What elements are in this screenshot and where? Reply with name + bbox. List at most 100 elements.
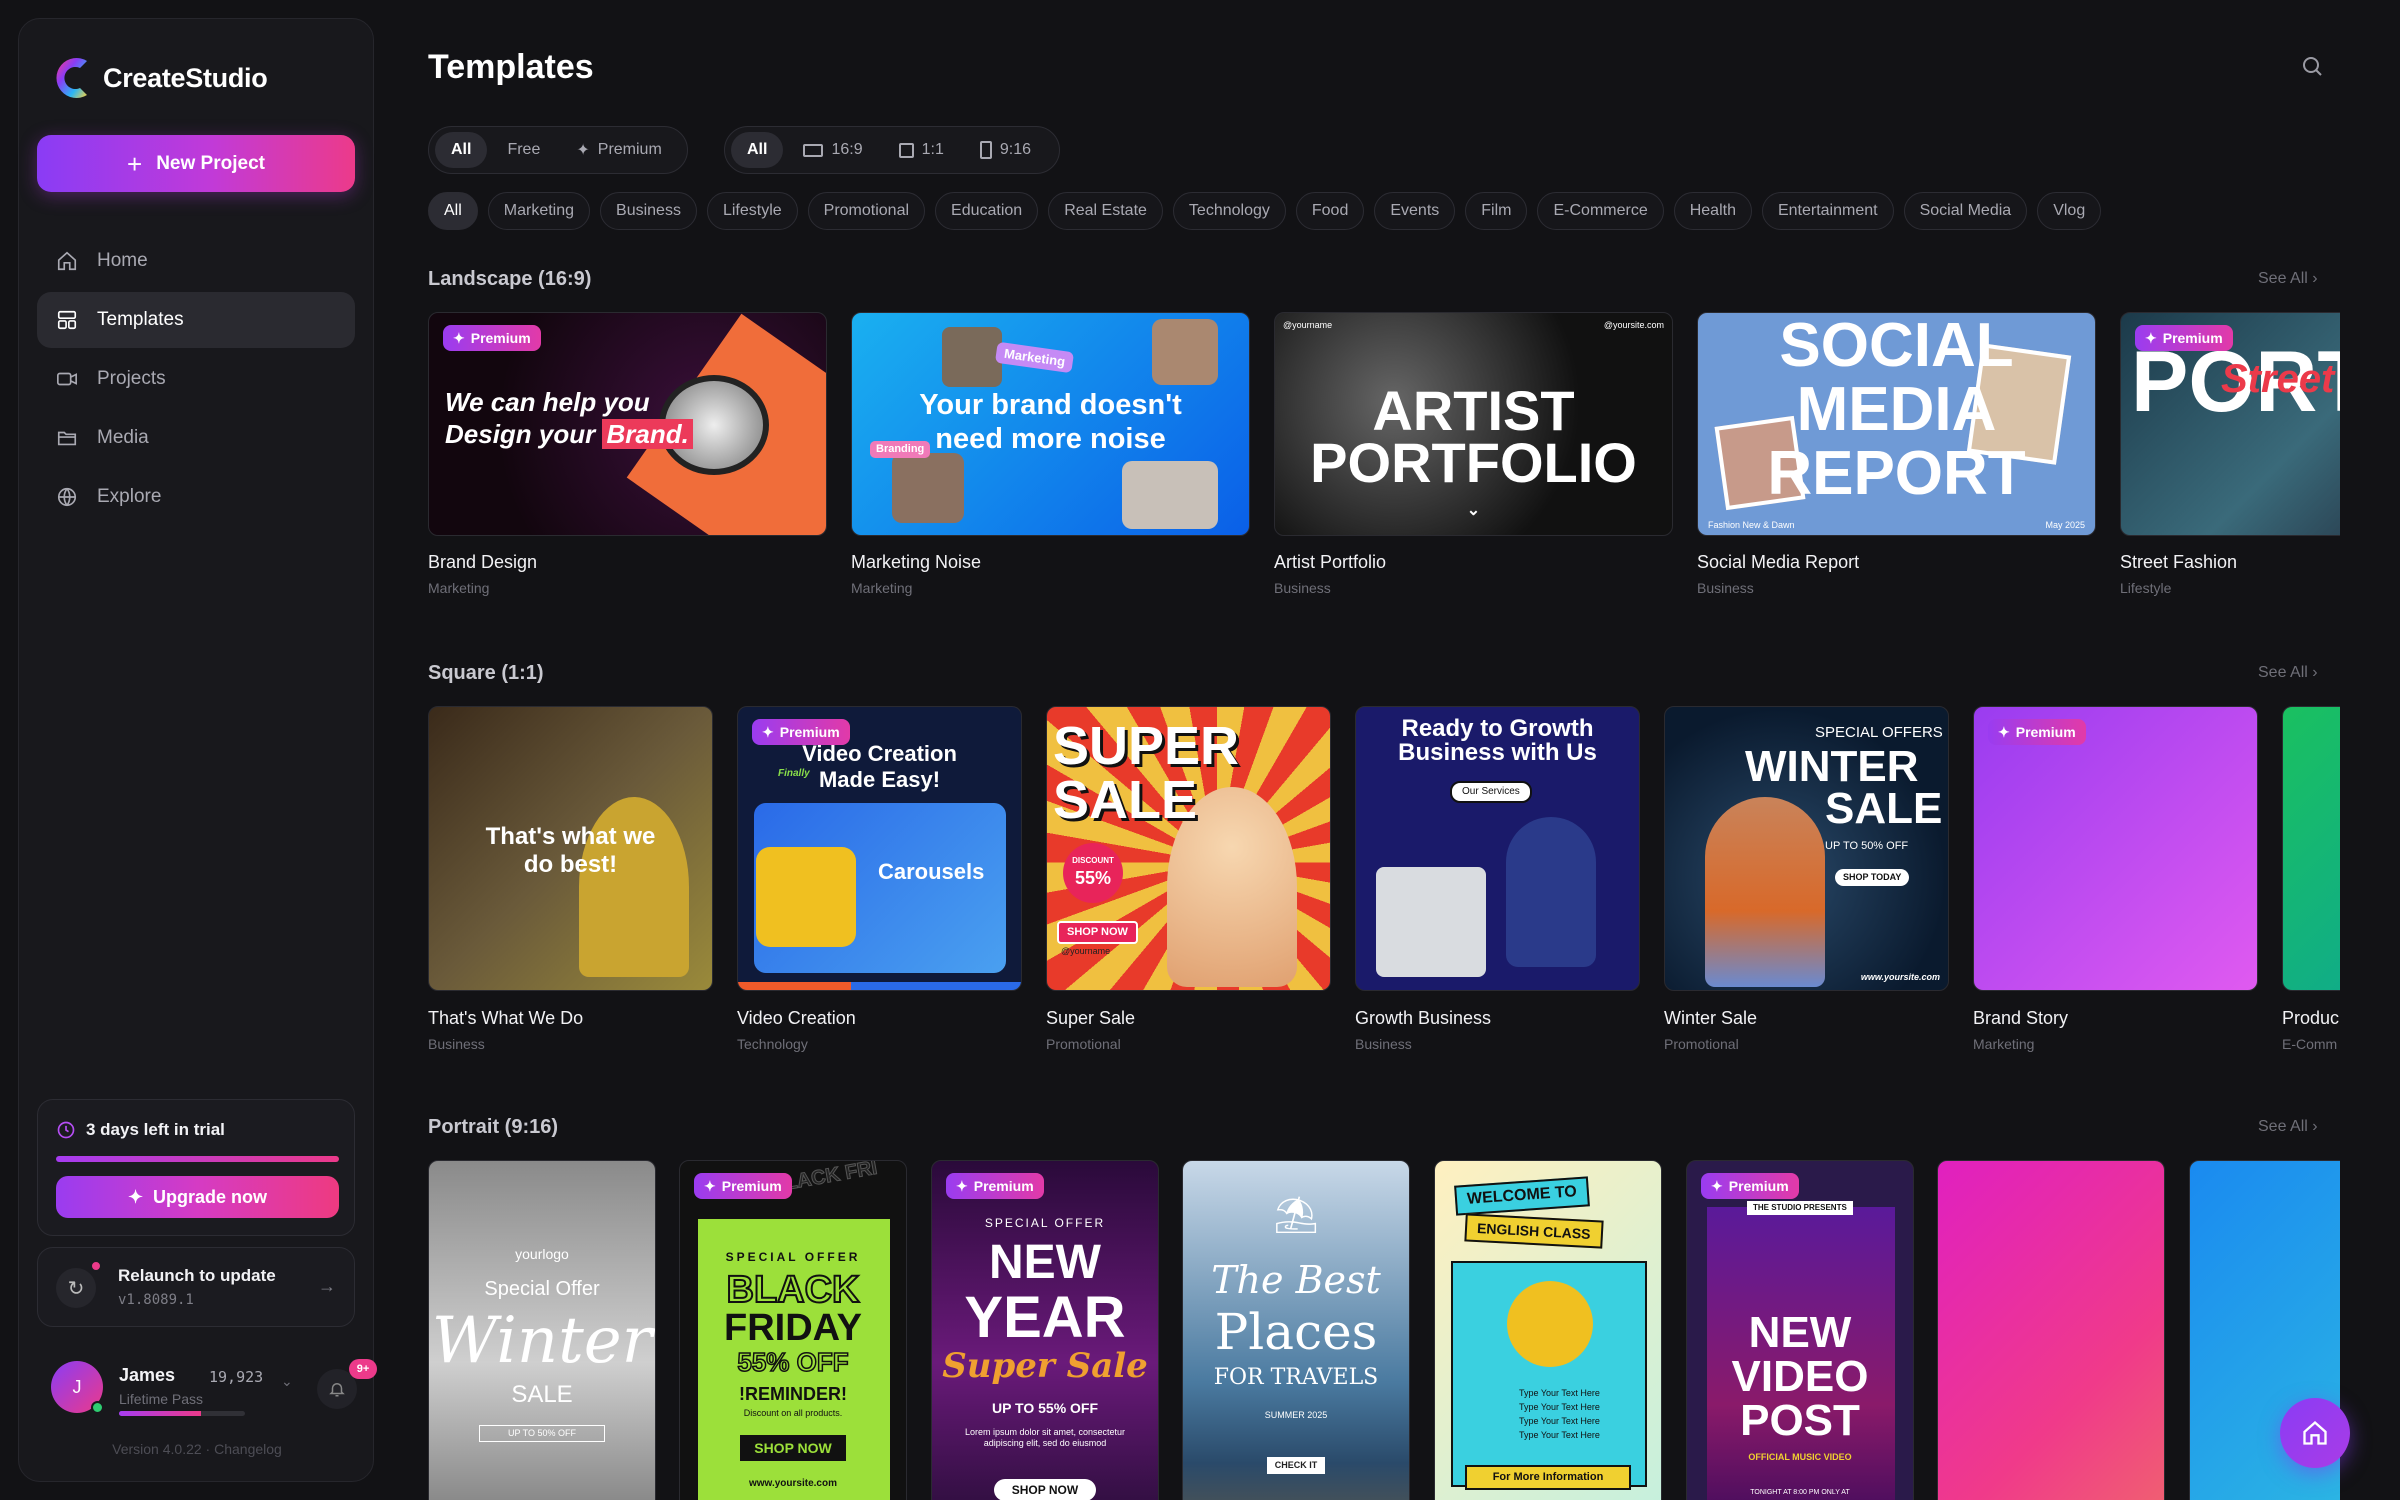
person-figure xyxy=(1705,797,1825,987)
landscape-icon xyxy=(803,143,824,157)
see-all-square[interactable]: See All › xyxy=(2258,664,2318,682)
thumb-footer: May 2025 xyxy=(2045,520,2085,530)
category-chip-education[interactable]: Education xyxy=(935,192,1039,230)
template-thumbnail[interactable]: SPECIAL OFFER NEW YEAR Super Sale UP TO … xyxy=(931,1160,1159,1500)
sparkle-icon: ✦ xyxy=(2145,329,2157,346)
template-thumbnail[interactable]: THE STUDIO PRESENTS NEW VIDEO POST OFFIC… xyxy=(1686,1160,1914,1500)
template-thumbnail[interactable]: Video Creation Made Easy! Carousels Fina… xyxy=(737,706,1022,991)
category-chip-events[interactable]: Events xyxy=(1374,192,1456,230)
category-chip-promotional[interactable]: Promotional xyxy=(807,192,926,230)
thumb-text: Winter xyxy=(431,1304,653,1378)
ratio-filter-1-1[interactable]: 1:1 xyxy=(883,132,960,168)
user-card[interactable]: J James 19,923 Lifetime Pass ⌄ 9+ xyxy=(37,1349,377,1429)
see-all-landscape[interactable]: See All › xyxy=(2258,270,2318,288)
chevron-down-icon[interactable]: ⌄ xyxy=(281,1373,293,1390)
ratio-filter: All 16:9 1:1 9:16 xyxy=(724,126,1060,174)
template-thumbnail[interactable]: ✦ Premium xyxy=(1973,706,2258,991)
premium-label: Premium xyxy=(2015,724,2076,740)
see-all-portrait[interactable]: See All › xyxy=(2258,1118,2318,1136)
tier-filter-premium[interactable]: ✦ Premium xyxy=(560,132,677,168)
portrait-icon xyxy=(979,141,992,159)
template-thumbnail[interactable]: PORTF Street F ✦Premium xyxy=(2120,312,2340,536)
trial-status: 3 days left in trial xyxy=(56,1120,225,1140)
category-chip-technology[interactable]: Technology xyxy=(1172,192,1286,230)
template-category: Business xyxy=(428,1036,485,1052)
sidebar-item-home[interactable]: Home xyxy=(37,233,355,289)
templates-icon xyxy=(55,308,79,332)
thumb-text: Design your Brand. xyxy=(445,419,693,449)
tier-filter-label: Free xyxy=(507,141,541,158)
premium-label: Premium xyxy=(470,330,531,346)
category-chip-health[interactable]: Health xyxy=(1673,192,1752,230)
ratio-filter-9-16[interactable]: 9:16 xyxy=(964,132,1047,168)
square-row: That's what we do best! That's What We D… xyxy=(428,706,2340,1056)
user-xp-bar xyxy=(119,1411,245,1416)
relaunch-card[interactable]: ↻ Relaunch to update v1.8089.1 → xyxy=(37,1247,355,1327)
template-thumbnail[interactable]: SPECIAL OFFERS WINTER SALE UP TO 50% OFF… xyxy=(1664,706,1949,991)
thumb-text: TONIGHT AT 8:00 PM ONLY AT xyxy=(1750,1489,1850,1496)
tier-filter-all[interactable]: All xyxy=(435,132,488,168)
changelog-link[interactable]: Changelog xyxy=(214,1441,282,1457)
sidebar-item-templates[interactable]: Templates xyxy=(37,292,355,348)
thumb-text: yourlogo xyxy=(515,1246,569,1262)
template-category: Promotional xyxy=(1664,1036,1739,1052)
template-thumbnail[interactable]: BLACK FRI SPECIAL OFFER BLACK FRIDAY 55%… xyxy=(679,1160,907,1500)
template-thumbnail[interactable]: WELCOME TO ENGLISH CLASS Type Your Text … xyxy=(1434,1160,1662,1500)
template-thumbnail[interactable]: Ready to Growth Business with Us Our Ser… xyxy=(1355,706,1640,991)
thumb-text: NEW xyxy=(989,1236,1101,1289)
progress-strip xyxy=(738,982,1021,990)
tier-filter-free[interactable]: Free xyxy=(491,132,556,168)
template-thumbnail[interactable]: ⛱ The Best Places FOR TRAVELS SUMMER 202… xyxy=(1182,1160,1410,1500)
template-thumbnail[interactable] xyxy=(1937,1160,2165,1500)
ratio-filter-label: 1:1 xyxy=(921,141,944,158)
update-dot xyxy=(90,1260,102,1272)
tag-branding: Branding xyxy=(870,441,931,458)
template-thumbnail[interactable]: ARTIST PORTFOLIO @yourname @yoursite.com… xyxy=(1274,312,1673,536)
template-thumbnail[interactable]: That's what we do best! xyxy=(428,706,713,991)
sidebar-item-media[interactable]: Media xyxy=(37,410,355,466)
page-title: Templates xyxy=(428,48,594,86)
ratio-filter-label: 9:16 xyxy=(999,141,1031,158)
category-chip-marketing[interactable]: Marketing xyxy=(487,192,591,230)
category-chip-business[interactable]: Business xyxy=(600,192,697,230)
sidebar-item-projects[interactable]: Projects xyxy=(37,351,355,407)
upgrade-button[interactable]: ✦ Upgrade now xyxy=(56,1176,339,1218)
thumb-text: OFFICIAL MUSIC VIDEO xyxy=(1748,1452,1852,1462)
thumb-cta: CHECK IT xyxy=(1267,1457,1325,1474)
tag-marketing: Marketing xyxy=(994,341,1075,374)
premium-badge: ✦ Premium xyxy=(752,719,850,745)
category-chip-real-estate[interactable]: Real Estate xyxy=(1048,192,1163,230)
category-chip-social-media[interactable]: Social Media xyxy=(1903,192,2028,230)
template-thumbnail[interactable]: We can help you Design your Brand. ✦ Prem… xyxy=(428,312,827,536)
app-logo[interactable]: CreateStudio xyxy=(49,51,268,105)
category-chip-all[interactable]: All xyxy=(428,192,478,230)
new-project-button[interactable]: + New Project xyxy=(37,135,355,192)
thumb-text: Carousels xyxy=(878,859,985,884)
template-thumbnail[interactable]: yourlogo Special Offer Winter SALE UP TO… xyxy=(428,1160,656,1500)
category-chip-e-commerce[interactable]: E-Commerce xyxy=(1537,192,1664,230)
template-thumbnail[interactable] xyxy=(2282,706,2340,991)
category-filter: All Marketing Business Lifestyle Promotional… xyxy=(428,192,2102,230)
search-icon[interactable] xyxy=(2300,54,2324,78)
thumb-footer: www.yoursite.com xyxy=(1860,972,1940,982)
template-thumbnail[interactable]: SUPER SALE DISCOUNT 55% SHOP NOW @yourna… xyxy=(1046,706,1331,991)
ratio-filter-16-9[interactable]: 16:9 xyxy=(787,132,878,168)
thumb-cta: For More Information xyxy=(1465,1465,1631,1490)
template-thumbnail[interactable]: SOCIAL MEDIA REPORT Fashion New & Dawn M… xyxy=(1697,312,2096,536)
thumb-cta: SHOP NOW xyxy=(1057,921,1138,944)
category-chip-film[interactable]: Film xyxy=(1465,192,1528,230)
category-chip-food[interactable]: Food xyxy=(1295,192,1365,230)
category-chip-lifestyle[interactable]: Lifestyle xyxy=(706,192,798,230)
category-chip-entertainment[interactable]: Entertainment xyxy=(1761,192,1894,230)
ratio-filter-all[interactable]: All xyxy=(731,132,784,168)
category-chip-vlog[interactable]: Vlog xyxy=(2037,192,2102,230)
arrow-right-icon: → xyxy=(318,1276,336,1296)
sidebar-item-explore[interactable]: Explore xyxy=(37,469,355,525)
premium-label: Premium xyxy=(1728,1178,1789,1194)
template-name: That's What We Do xyxy=(428,1008,584,1028)
home-fab-button[interactable] xyxy=(2280,1398,2350,1468)
thumb-text: The Best xyxy=(1211,1258,1381,1302)
thumb-text: That's what we xyxy=(485,823,656,850)
template-thumbnail[interactable]: Your brand doesn't need more noise Marke… xyxy=(851,312,1250,536)
user-name: James xyxy=(119,1365,176,1385)
